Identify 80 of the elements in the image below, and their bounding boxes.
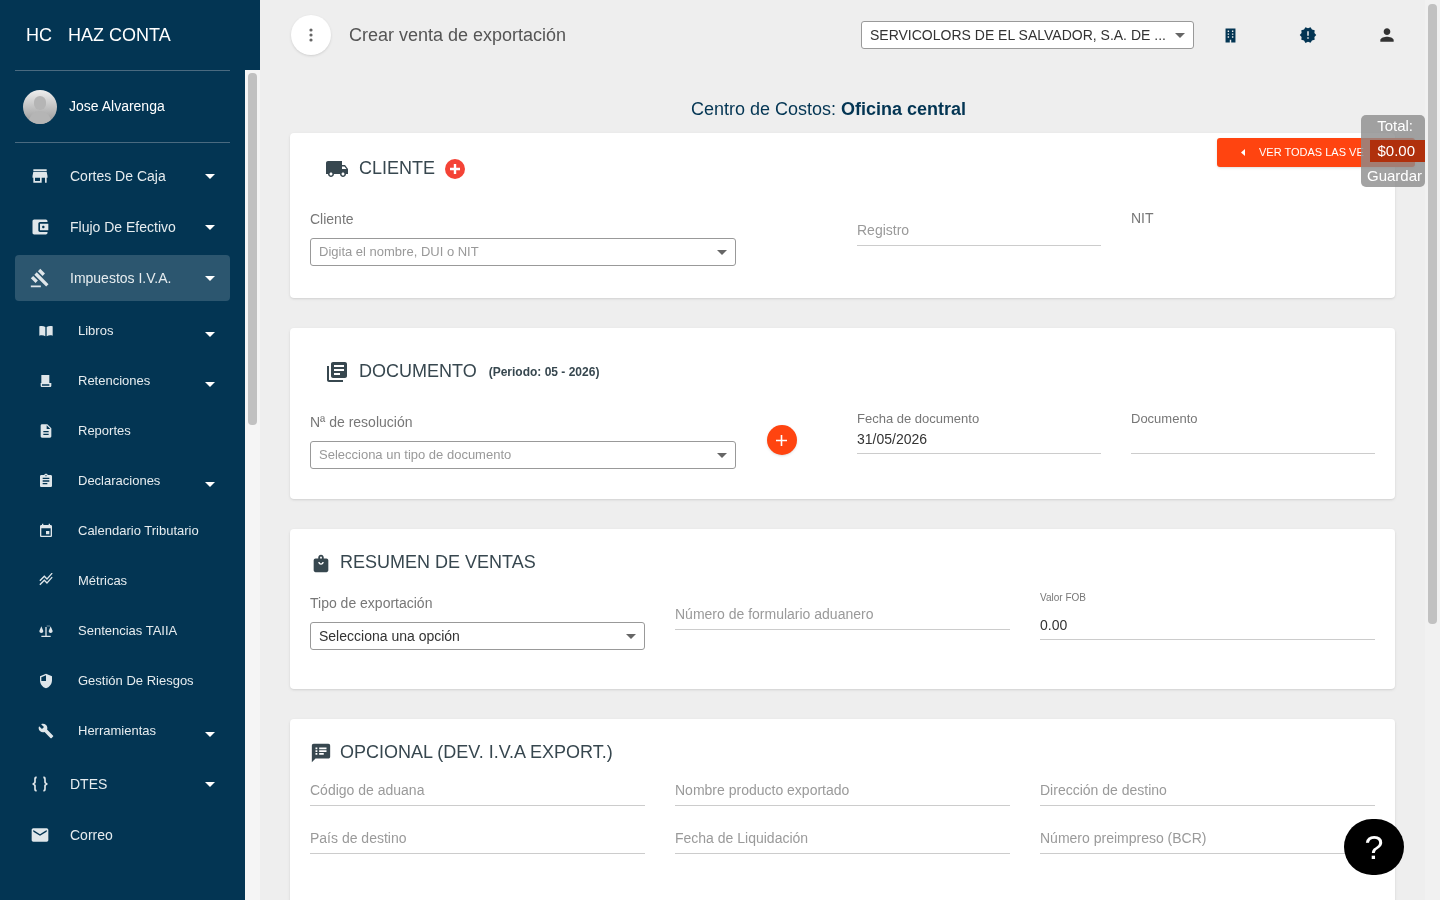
caret-icon: [205, 381, 215, 387]
total-amount: $0.00: [1370, 140, 1425, 162]
nav-subitem[interactable]: Libros: [15, 306, 230, 356]
field-label: Valor FOB: [1040, 591, 1087, 605]
nav-subitem[interactable]: Retenciones: [15, 356, 230, 406]
caret-icon: [205, 331, 215, 337]
company-select[interactable]: SERVICOLORS DE EL SALVADOR, S.A. DE ...: [861, 21, 1194, 49]
nav-item[interactable]: Correo: [15, 812, 230, 858]
cost-center-value: Oficina central: [841, 98, 967, 121]
section-title: OPCIONAL (DEV. I.V.A EXPORT.): [340, 741, 613, 764]
section-title: DOCUMENTO: [359, 360, 477, 383]
gavel-icon: [30, 268, 50, 288]
caret-icon: [717, 452, 727, 458]
nav-item[interactable]: Flujo De Efectivo: [15, 204, 230, 250]
field-label: Dirección de destino: [1040, 781, 1168, 800]
nav-item[interactable]: Impuestos I.V.A.: [15, 255, 230, 301]
document-icon: [38, 423, 54, 439]
section-title: CLIENTE: [359, 157, 436, 180]
field-label: Código de aduana: [310, 781, 426, 800]
caret-icon: [626, 633, 636, 639]
field-label: Documento: [1131, 410, 1199, 428]
field-value: 0.00: [1040, 616, 1069, 635]
user-name: Jose Alvarenga: [69, 97, 165, 116]
receipt-icon: [38, 373, 54, 389]
nav-item[interactable]: DTES: [15, 761, 230, 807]
book-icon: [38, 323, 54, 339]
caret-icon: [205, 781, 215, 787]
avatar: [23, 89, 57, 124]
caret-icon: [205, 173, 215, 179]
field-value: 31/05/2026: [857, 429, 929, 449]
field-label: Registro: [857, 221, 911, 240]
add-circle-icon[interactable]: [445, 158, 466, 179]
field-label: Número de formulario aduanero: [675, 605, 875, 624]
plus-icon: [776, 434, 787, 446]
nav-subitem[interactable]: Calendario Tributario: [15, 506, 230, 556]
nav-subitem[interactable]: Métricas: [15, 556, 230, 606]
nav-subitem[interactable]: Gestión De Riesgos: [15, 656, 230, 706]
field-label: NIT: [1131, 210, 1154, 226]
braces-icon: [30, 774, 50, 794]
caret-icon: [205, 731, 215, 737]
field-label: Fecha de documento: [857, 410, 981, 428]
page-title: Crear venta de exportación: [349, 23, 568, 47]
nav-item[interactable]: Cortes De Caja: [15, 153, 230, 199]
caret-icon: [205, 481, 215, 487]
mail-icon: [30, 825, 50, 845]
select-field[interactable]: Selecciona una opción: [310, 622, 645, 650]
sidebar-scrollbar[interactable]: [245, 70, 260, 900]
nav-subitem[interactable]: Sentencias TAIIA: [15, 606, 230, 656]
wallet-icon: [30, 217, 50, 237]
field-label: Nª de resolución: [310, 413, 414, 432]
nav-subitem[interactable]: Declaraciones: [15, 456, 230, 506]
period-note: (Periodo: 05 - 2026): [488, 363, 600, 381]
brand-name: HAZ CONTA: [68, 23, 171, 47]
caret-icon: [1175, 32, 1185, 38]
field-label: Tipo de exportación: [310, 594, 434, 613]
field-label: Fecha de Liquidación: [675, 829, 810, 848]
field-label: Cliente: [310, 210, 355, 229]
caret-icon: [205, 224, 215, 230]
nav-subitem[interactable]: Herramientas: [15, 706, 230, 756]
section-title: RESUMEN DE VENTAS: [340, 551, 536, 574]
brand-initials: HC: [26, 23, 52, 47]
field-label: País de destino: [310, 829, 408, 848]
more-vertical-icon: [309, 28, 313, 42]
store-icon: [30, 166, 50, 186]
add-button[interactable]: [766, 425, 797, 455]
cost-center-label: Centro de Costos:: [690, 98, 836, 121]
caret-icon: [717, 249, 727, 255]
clipboard-icon: [38, 473, 54, 489]
alert-badge-icon[interactable]: [1299, 26, 1317, 44]
nav-subitem[interactable]: Reportes: [15, 406, 230, 456]
field-label: Número preimpreso (BCR): [1040, 829, 1208, 848]
field-label: Nombre producto exportado: [675, 781, 851, 800]
list-message-icon: [310, 741, 332, 764]
shield-icon: [38, 673, 54, 689]
wrench-icon: [38, 723, 54, 739]
total-label: Total:: [1377, 116, 1414, 136]
books-icon: [325, 359, 349, 384]
caret-left-icon: [1241, 149, 1245, 156]
calendar-icon: [38, 523, 54, 539]
caret-icon: [205, 275, 215, 281]
